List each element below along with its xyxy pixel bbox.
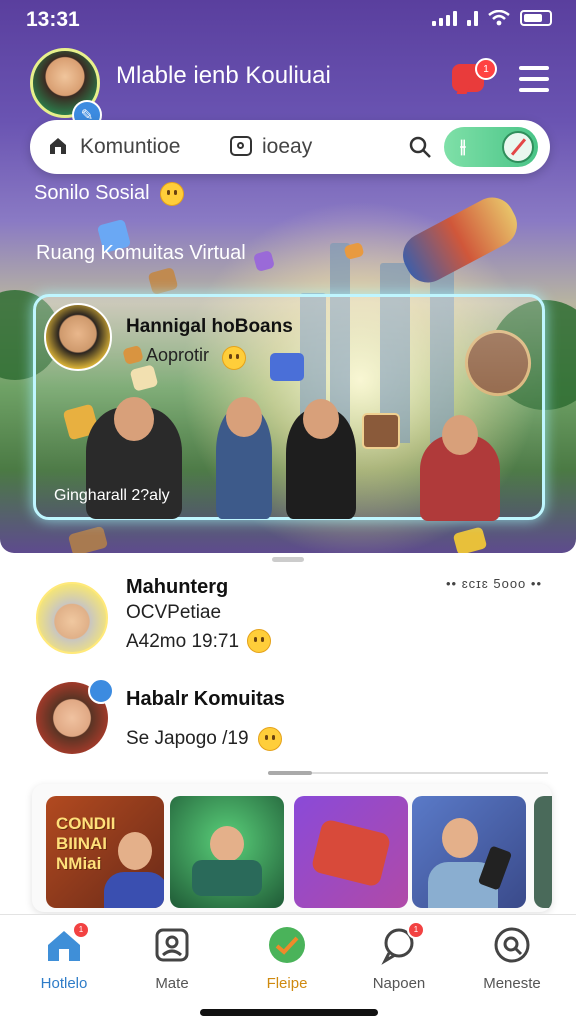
wifi-icon xyxy=(488,10,510,26)
chat-timestamp: A42mo 19:71 xyxy=(126,631,240,652)
battery-icon xyxy=(520,10,552,26)
secondary-signal-icon xyxy=(467,10,478,26)
community-member xyxy=(286,399,356,519)
signal-icon xyxy=(432,10,457,26)
tile-label-line: CONDII xyxy=(56,814,116,833)
emoji-face-icon xyxy=(160,182,184,206)
status-time: 13:31 xyxy=(26,8,80,31)
floating-cube-icon xyxy=(122,344,144,366)
chat-meta: •• ɛᴄɪɛ 5ooo •• xyxy=(445,576,542,591)
gallery-tile[interactable] xyxy=(294,796,408,908)
search-bar[interactable]: Komuntioe ioeay ⫲ xyxy=(30,120,550,174)
tab-fleipe[interactable]: Fleipe xyxy=(237,925,337,992)
floating-cube-icon xyxy=(67,525,109,553)
community-member xyxy=(216,397,272,519)
hero-banner: 13:31 ✎ Mlable ienb Kouliuai 1 Komuntioe… xyxy=(0,0,576,553)
search-input[interactable]: Komuntioe xyxy=(80,135,180,159)
filter-toggle[interactable]: ⫲ xyxy=(444,127,538,167)
search-circle-icon xyxy=(494,927,530,963)
tab-label: Meneste xyxy=(483,975,541,992)
tab-label: Napoen xyxy=(372,975,426,992)
chat-list-item[interactable]: Habalr Komuitas Se Japogo /19 xyxy=(0,678,576,782)
home-indicator[interactable] xyxy=(200,1009,378,1016)
gallery-tile[interactable] xyxy=(412,796,526,908)
app-title: Mlable ienb Kouliuai xyxy=(116,62,331,89)
featured-community-card[interactable]: Hannigal hoBoans Aoprotir Gingharall 2?a… xyxy=(33,294,545,521)
card-avatar xyxy=(44,303,112,371)
social-label: Sonilo Sosial xyxy=(34,182,150,204)
tab-badge: 1 xyxy=(407,921,425,939)
community-member xyxy=(420,415,500,521)
tab-meneste[interactable]: Meneste xyxy=(462,925,562,992)
tab-badge: 1 xyxy=(72,921,90,939)
divider xyxy=(268,771,548,775)
filter-icon: ⫲ xyxy=(460,136,466,156)
camera-icon[interactable] xyxy=(230,136,252,156)
emoji-face-icon xyxy=(222,346,246,370)
section-title: Ruang Komuitas Virtual xyxy=(36,242,246,264)
tile-label: CONDII BIINAI NMiai xyxy=(56,814,116,874)
card-subtitle: Aoprotir xyxy=(146,345,210,365)
card-title: Hannigal hoBoans xyxy=(126,316,293,337)
status-icons xyxy=(432,10,552,26)
media-gallery[interactable]: CONDII BIINAI NMiai xyxy=(32,784,552,912)
emoji-face-icon xyxy=(258,727,282,751)
tab-napoen[interactable]: 1 Napoen xyxy=(349,921,449,992)
gallery-tile[interactable] xyxy=(170,796,284,908)
floating-cube-icon xyxy=(129,364,159,392)
tab-label: Fleipe xyxy=(266,975,308,992)
search-suffix-text: ioeay xyxy=(262,135,313,158)
card-footer: Gingharall 2?aly xyxy=(54,487,170,504)
chat-preview: Se Japogo /19 xyxy=(126,728,249,749)
chat-preview: OCVPetiae xyxy=(126,602,222,623)
compass-icon[interactable] xyxy=(502,131,534,163)
status-bar: 13:31 xyxy=(0,0,576,38)
gallery-tile[interactable]: CONDII BIINAI NMiai xyxy=(46,796,164,908)
chat-name: Habalr Komuitas xyxy=(126,688,285,710)
profile-card-icon xyxy=(155,928,189,962)
tab-label: Mate xyxy=(155,975,189,992)
notification-badge: 1 xyxy=(475,58,497,80)
floating-cube-icon xyxy=(147,267,179,295)
tile-label-line: NMiai xyxy=(56,854,102,873)
drag-handle[interactable] xyxy=(272,557,304,562)
search-icon[interactable] xyxy=(408,135,432,159)
check-circle-icon xyxy=(269,927,305,963)
online-badge-icon xyxy=(88,678,114,704)
gallery-tile[interactable] xyxy=(534,796,552,908)
tile-label-line: BIINAI xyxy=(56,834,107,853)
tab-mate[interactable]: Mate xyxy=(122,925,222,992)
tab-label: Hotlelo xyxy=(40,975,88,992)
hamburger-menu-icon[interactable] xyxy=(519,66,549,92)
chat-list-item[interactable]: Mahunterg •• ɛᴄɪɛ 5ooo •• OCVPetiae A42m… xyxy=(0,574,576,674)
emoji-face-icon xyxy=(247,629,271,653)
floating-screen-icon xyxy=(362,413,400,449)
chat-name: Mahunterg xyxy=(126,576,229,598)
home-small-icon xyxy=(50,138,66,154)
app-panel-icon xyxy=(270,353,304,381)
tab-home[interactable]: 1 Hotlelo xyxy=(14,921,114,992)
chat-avatar xyxy=(36,582,108,654)
